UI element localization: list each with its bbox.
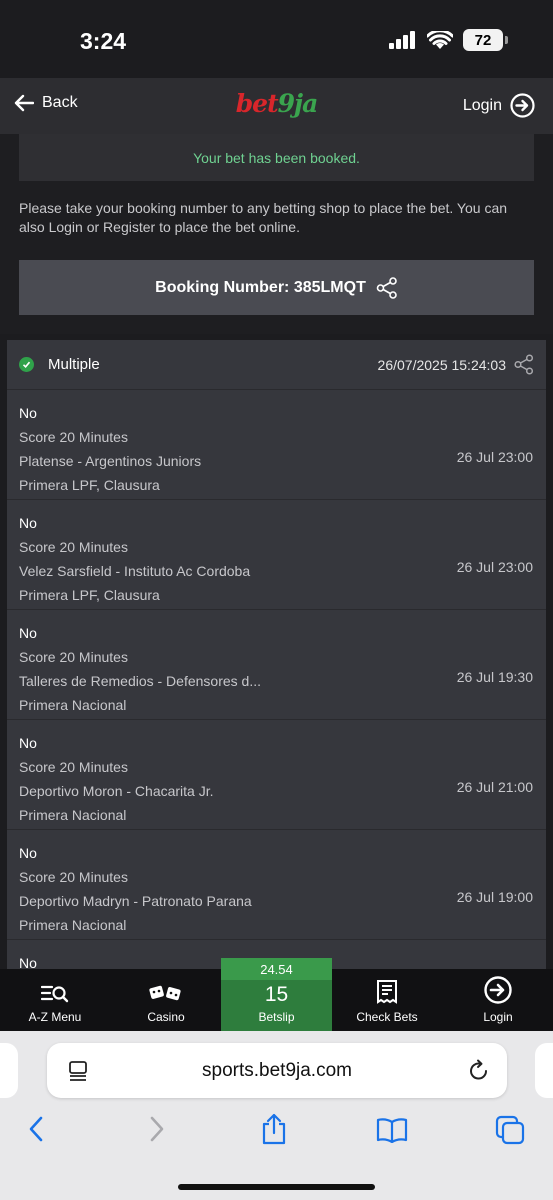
selection-market: Score 20 Minutes xyxy=(19,649,128,665)
bottom-login-label: Login xyxy=(483,1010,513,1024)
header-login-button[interactable]: Login xyxy=(463,93,535,118)
bet-type: Multiple xyxy=(48,356,100,373)
cellular-signal-icon xyxy=(389,31,415,49)
selection-market: Score 20 Minutes xyxy=(19,429,128,445)
selection-kickoff: 26 Jul 21:00 xyxy=(456,779,533,795)
wifi-icon xyxy=(427,30,453,49)
address-bar[interactable]: sports.bet9ja.com xyxy=(47,1043,507,1098)
az-menu-label: A-Z Menu xyxy=(28,1010,82,1024)
selection-league: Primera Nacional xyxy=(19,917,127,933)
selection-pick: No xyxy=(19,405,37,421)
status-time: 3:24 xyxy=(80,28,127,54)
share-icon xyxy=(376,276,397,299)
share-icon[interactable] xyxy=(260,1113,288,1145)
share-icon[interactable] xyxy=(514,354,534,375)
browser-chrome: sports.bet9ja.com xyxy=(0,1031,553,1200)
selection-row: No Score 20 Minutes Platense - Argentino… xyxy=(7,390,546,500)
home-indicator[interactable] xyxy=(178,1184,375,1190)
booking-instructions: Please take your booking number to any b… xyxy=(19,200,508,235)
check-bets-label: Check Bets xyxy=(356,1010,418,1024)
selection-match-text: Deportivo Moron - Chacarita Jr. xyxy=(19,783,214,799)
betslip-label: Betslip xyxy=(258,1010,295,1024)
bet-panel: Multiple 26/07/2025 15:24:03 No Score 20… xyxy=(7,340,546,970)
receipt-icon xyxy=(377,980,397,1004)
selection-match-text: Platense - Argentinos Juniors xyxy=(19,453,202,469)
selection-pick: No xyxy=(19,515,37,531)
bet-summary: Multiple 26/07/2025 15:24:03 xyxy=(7,340,546,390)
logo-main: bet xyxy=(235,89,279,118)
selection-match-text: Talleres de Remedios - Defensores d... xyxy=(19,673,261,689)
app-header: Back bet9ja Login xyxy=(0,78,553,134)
status-icons: 72 xyxy=(389,29,508,51)
casino-button[interactable]: Casino xyxy=(111,969,221,1031)
check-icon xyxy=(19,357,34,372)
selection-kickoff: 26 Jul 19:30 xyxy=(456,669,533,685)
booked-confirmation: Your bet has been booked. xyxy=(19,134,534,181)
betslip-odds: 24.54 xyxy=(221,958,332,980)
selection-row: No Score 20 Minutes Velez Sarsfield - In… xyxy=(7,500,546,610)
chevron-right-icon[interactable] xyxy=(147,1115,167,1143)
page-menu-icon[interactable] xyxy=(67,1060,89,1082)
selection-kickoff: 26 Jul 23:00 xyxy=(456,449,533,465)
casino-label: Casino xyxy=(147,1010,185,1024)
selection-league: Primera LPF, Clausura xyxy=(19,477,160,493)
booking-number-button[interactable]: Booking Number: 385LMQT xyxy=(19,260,534,315)
booking-number-label: Booking Number: 385LMQT xyxy=(155,278,366,296)
selection-league: Primera Nacional xyxy=(19,697,127,713)
selection-pick: No xyxy=(19,625,37,641)
dice-icon xyxy=(149,985,181,1001)
bookmarks-icon[interactable] xyxy=(376,1117,408,1143)
betslip-button[interactable]: 24.54 15 Betslip xyxy=(221,958,332,1031)
login-arrow-circle-icon xyxy=(510,93,535,118)
chevron-left-icon[interactable] xyxy=(26,1115,46,1143)
selection-row: No Score 20 Minutes Deportivo Madryn - P… xyxy=(7,830,546,940)
selection-pick: No xyxy=(19,735,37,751)
reload-icon[interactable] xyxy=(468,1059,490,1082)
selection-league: Primera Nacional xyxy=(19,807,127,823)
tabs-icon[interactable] xyxy=(495,1115,525,1145)
battery-icon: 72 xyxy=(463,29,508,51)
selection-kickoff: 26 Jul 23:00 xyxy=(456,559,533,575)
login-label: Login xyxy=(462,96,502,114)
selection-market: Score 20 Minutes xyxy=(19,539,128,555)
az-menu-button[interactable]: A-Z Menu xyxy=(0,969,110,1031)
login-arrow-circle-icon xyxy=(484,976,512,1004)
selection-market: Score 20 Minutes xyxy=(19,869,128,885)
betslip-count: 15 xyxy=(264,983,289,1006)
selection-league: Primera LPF, Clausura xyxy=(19,587,160,603)
check-bets-button[interactable]: Check Bets xyxy=(332,969,442,1031)
selection-match-text: Velez Sarsfield - Instituto Ac Cordoba xyxy=(19,563,251,579)
selection-market: Score 20 Minutes xyxy=(19,759,128,775)
selection-kickoff: 26 Jul 19:00 xyxy=(456,889,533,905)
status-bar: 3:24 72 xyxy=(0,0,553,78)
bottom-login-button[interactable]: Login xyxy=(443,969,553,1031)
selection-match-text: Deportivo Madryn - Patronato Parana xyxy=(19,893,252,909)
selection-pick: No xyxy=(19,845,37,861)
url-text: sports.bet9ja.com xyxy=(202,1059,352,1081)
selection-row: No Score 20 Minutes Deportivo Moron - Ch… xyxy=(7,720,546,830)
booking-section: Your bet has been booked. Please take yo… xyxy=(0,134,553,334)
selection-row: No Score 20 Minutes Talleres de Remedios… xyxy=(7,610,546,720)
next-tab-preview[interactable] xyxy=(535,1043,553,1098)
previous-tab-preview[interactable] xyxy=(0,1043,18,1098)
bet-datetime: 26/07/2025 15:24:03 xyxy=(377,356,506,373)
menu-search-icon xyxy=(41,985,69,1003)
logo-accent: 9ja xyxy=(277,89,319,118)
